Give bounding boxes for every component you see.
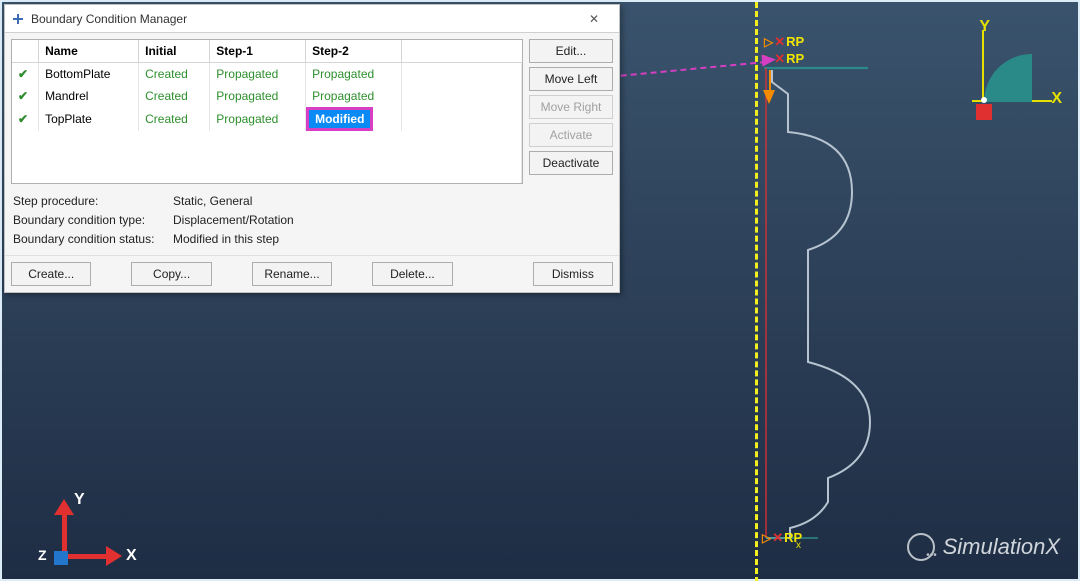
rp-cross-icon: ✕ [774, 34, 785, 49]
bc-triangle-icon: ▷ [764, 35, 773, 49]
axis-label-y: Y [74, 491, 85, 509]
table-row-empty [12, 131, 522, 157]
cell-step1[interactable]: Propagated [210, 63, 306, 85]
bc-triangle-icon: ▷ [762, 531, 771, 545]
model-geometry: Y x [758, 62, 928, 552]
cell-initial[interactable]: Created [139, 107, 210, 131]
x-arrow-icon [106, 546, 122, 566]
bc-arrow-head-icon [763, 90, 775, 104]
rename-button[interactable]: Rename... [252, 262, 332, 286]
axis-label-x: X [126, 547, 137, 565]
modified-highlight[interactable]: Modified [306, 107, 373, 131]
col-name[interactable]: Name [39, 40, 139, 63]
copy-button[interactable]: Copy... [131, 262, 211, 286]
bc-manager-dialog: Boundary Condition Manager ✕ Name Initia… [4, 4, 620, 293]
edit-button[interactable]: Edit... [529, 39, 613, 63]
cell-step2[interactable]: Modified [306, 107, 402, 131]
deactivate-button[interactable]: Deactivate [529, 151, 613, 175]
table-header-row: Name Initial Step-1 Step-2 [12, 40, 522, 63]
bc-type-value: Displacement/Rotation [173, 211, 294, 230]
datum-label-x: X [1051, 90, 1062, 108]
cell-name[interactable]: Mandrel [39, 85, 139, 107]
close-button[interactable]: ✕ [575, 7, 613, 31]
bc-status-label: Boundary condition status: [13, 230, 173, 249]
cell-name[interactable]: BottomPlate [39, 63, 139, 85]
bc-table[interactable]: Name Initial Step-1 Step-2 ✔BottomPlateC… [11, 39, 523, 184]
col-initial[interactable]: Initial [139, 40, 210, 63]
cell-initial[interactable]: Created [139, 63, 210, 85]
cell-step2[interactable]: Propagated [306, 63, 402, 85]
watermark-text: SimulationX [943, 534, 1060, 560]
col-step-1[interactable]: Step-1 [210, 40, 306, 63]
table-row-empty [12, 157, 522, 183]
watermark: ••• SimulationX [907, 533, 1060, 561]
row-check-icon: ✔ [12, 85, 39, 107]
bc-type-label: Boundary condition type: [13, 211, 173, 230]
axis-label-z: Z [38, 547, 47, 563]
cell-initial[interactable]: Created [139, 85, 210, 107]
rp-label-top1: ▷✕RP [764, 34, 804, 50]
z-axis-icon [54, 551, 68, 565]
table-row[interactable]: ✔TopPlateCreatedPropagatedModified [12, 107, 522, 131]
bc-status-value: Modified in this step [173, 230, 279, 249]
cell-name[interactable]: TopPlate [39, 107, 139, 131]
viewport: Y x ▷✕RP ▷✕RP ▷✕RP Y X Z Y X ••• Simulat… [0, 0, 1080, 581]
svg-text:Y: Y [758, 514, 759, 525]
rp-label-bottom: ▷✕RP [762, 530, 802, 546]
app-icon [11, 12, 25, 26]
rp-cross-icon: ✕ [772, 530, 783, 545]
datum-label-y: Y [979, 18, 990, 36]
cell-step1[interactable]: Propagated [210, 107, 306, 131]
table-row[interactable]: ✔BottomPlateCreatedPropagatedPropagated [12, 63, 522, 85]
cell-step2[interactable]: Propagated [306, 85, 402, 107]
dialog-titlebar[interactable]: Boundary Condition Manager ✕ [5, 5, 619, 33]
y-arrow-icon [54, 499, 74, 515]
move-left-button[interactable]: Move Left [529, 67, 613, 91]
row-check-icon: ✔ [12, 63, 39, 85]
bc-info: Step procedure: Static, General Boundary… [5, 184, 619, 255]
dialog-title: Boundary Condition Manager [31, 12, 575, 26]
datum-sector-icon [984, 54, 1032, 102]
datum-origin-icon [976, 104, 992, 120]
create-button[interactable]: Create... [11, 262, 91, 286]
activate-button: Activate [529, 123, 613, 147]
move-right-button: Move Right [529, 95, 613, 119]
row-check-icon: ✔ [12, 107, 39, 131]
delete-button[interactable]: Delete... [372, 262, 452, 286]
col-step-2[interactable]: Step-2 [306, 40, 402, 63]
step-procedure-label: Step procedure: [13, 192, 173, 211]
cell-step1[interactable]: Propagated [210, 85, 306, 107]
bc-arrow-stem [769, 70, 771, 90]
table-row[interactable]: ✔MandrelCreatedPropagatedPropagated [12, 85, 522, 107]
annotation-arrow-head-icon [762, 53, 777, 66]
step-procedure-value: Static, General [173, 192, 252, 211]
dismiss-button[interactable]: Dismiss [533, 262, 613, 286]
watermark-icon: ••• [907, 533, 935, 561]
